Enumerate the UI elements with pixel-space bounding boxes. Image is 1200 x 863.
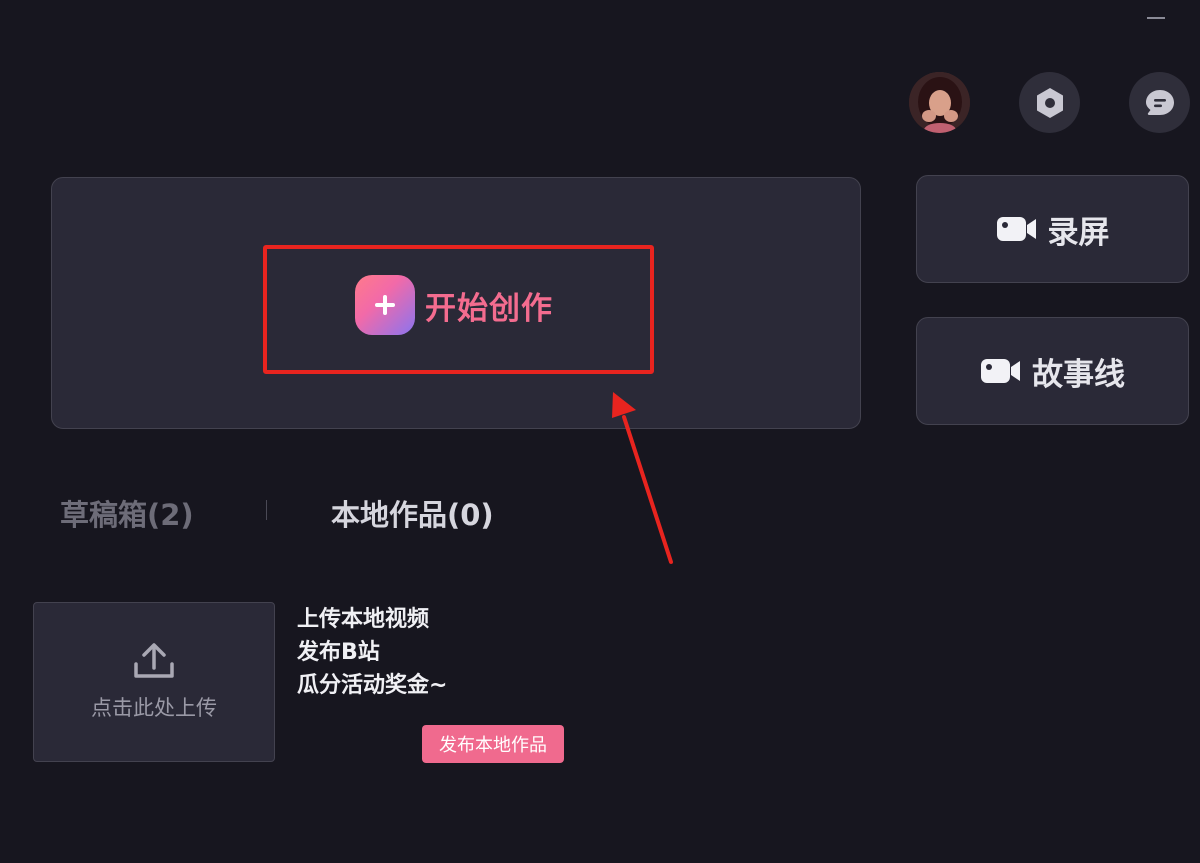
upload-card[interactable]: 点击此处上传 (33, 602, 275, 762)
settings-button[interactable] (1019, 72, 1080, 133)
avatar-image (909, 72, 970, 133)
upload-label: 点击此处上传 (91, 696, 217, 720)
promo-line: 上传本地视频 (297, 607, 430, 632)
screen-record-button[interactable]: 录屏 (916, 175, 1189, 283)
minimize-button[interactable] (1147, 17, 1165, 19)
video-camera-icon (996, 217, 1036, 241)
tab-local-works[interactable]: 本地作品(0) (331, 492, 494, 534)
screen-record-label: 录屏 (1047, 214, 1110, 251)
hexagon-settings-icon (1036, 87, 1063, 118)
tab-drafts[interactable]: 草稿箱(2) (60, 492, 194, 534)
start-create-button[interactable]: 开始创作 (355, 274, 553, 336)
storyline-label: 故事线 (1032, 356, 1125, 393)
publish-local-work-button[interactable]: 发布本地作品 (422, 725, 564, 763)
start-create-label: 开始创作 (425, 290, 553, 327)
tab-divider (266, 500, 267, 520)
video-camera-icon (981, 359, 1020, 383)
chat-bubble-icon (1145, 89, 1174, 115)
storyline-button[interactable]: 故事线 (916, 317, 1189, 425)
promo-line: 发布B站 (297, 640, 380, 665)
plus-icon (355, 275, 415, 335)
upload-icon (134, 643, 174, 678)
user-avatar[interactable] (909, 72, 970, 133)
message-button[interactable] (1129, 72, 1190, 133)
promo-text: 上传本地视频 发布B站 瓜分活动奖金~ (297, 603, 447, 702)
promo-line: 瓜分活动奖金~ (297, 673, 448, 698)
